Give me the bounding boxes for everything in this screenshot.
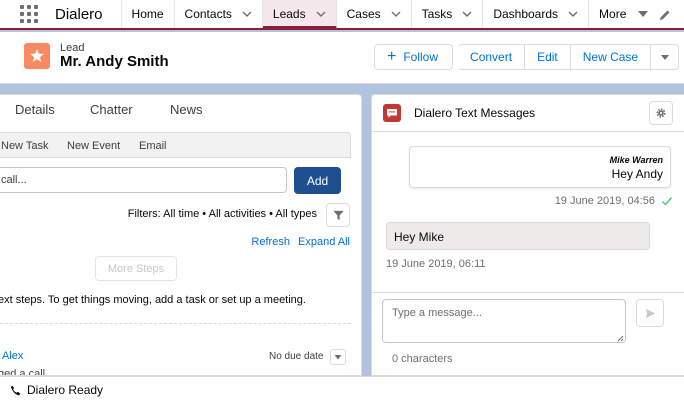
- convert-button[interactable]: Convert: [458, 44, 526, 70]
- chevron-down-icon[interactable]: [568, 9, 578, 19]
- global-nav-bar: Dialero Home Contacts Leads Cases Tasks …: [0, 0, 684, 30]
- expand-all-link[interactable]: Expand All: [298, 236, 350, 248]
- dialer-status[interactable]: Dialero Ready: [27, 383, 103, 397]
- nav-item-cases[interactable]: Cases: [337, 0, 412, 28]
- follow-label: Follow: [403, 50, 439, 64]
- refresh-link[interactable]: Refresh: [251, 236, 290, 248]
- chevron-down-icon[interactable]: [316, 9, 326, 19]
- utility-bar: Dialero Ready: [0, 376, 684, 404]
- email-tab[interactable]: Email: [139, 140, 167, 152]
- record-tabs: Details Chatter News: [0, 95, 361, 127]
- nav-item-label: Leads: [272, 6, 306, 21]
- filter-button[interactable]: [326, 203, 350, 227]
- caret-down-icon: [660, 55, 669, 60]
- filter-icon: [332, 210, 344, 220]
- nav-item-more[interactable]: More: [589, 0, 658, 28]
- incoming-message-bubble: Hey Mike: [386, 222, 650, 250]
- more-actions-button[interactable]: [651, 44, 680, 70]
- nav-item-dashboards[interactable]: Dashboards: [483, 0, 590, 28]
- message-input[interactable]: Type a message...: [382, 299, 626, 343]
- nav-item-home[interactable]: Home: [120, 0, 175, 28]
- outgoing-message-bubble: Mike Warren Hey Andy: [409, 146, 671, 188]
- add-button[interactable]: Add: [294, 167, 341, 194]
- record-actions: + Follow Convert Edit New Case: [374, 44, 680, 72]
- chevron-down-icon[interactable]: [391, 9, 401, 19]
- new-case-button[interactable]: New Case: [570, 44, 652, 70]
- message-composer: Type a message... 0 characters: [372, 292, 684, 375]
- app-launcher-icon[interactable]: [20, 5, 38, 23]
- chat-icon: [383, 104, 401, 122]
- due-date-text: No due date: [269, 351, 324, 362]
- send-button[interactable]: [636, 299, 664, 327]
- send-icon: [645, 308, 655, 318]
- nav-item-label: Dashboards: [493, 7, 559, 21]
- more-steps-button[interactable]: More Steps: [95, 256, 177, 281]
- nav-item-tasks[interactable]: Tasks: [412, 0, 484, 28]
- activity-action-bar: New Task New Event Email: [0, 132, 351, 158]
- tab-chatter[interactable]: Chatter: [90, 95, 133, 125]
- edit-nav-pencil-icon[interactable]: [658, 8, 672, 22]
- character-count: 0 characters: [392, 353, 453, 365]
- follow-button[interactable]: + Follow: [374, 44, 454, 70]
- record-name: Mr. Andy Smith: [60, 53, 169, 70]
- activity-summary: ged a call: [0, 368, 46, 376]
- nav-item-label: Contacts: [184, 7, 232, 21]
- gear-icon: [656, 108, 666, 118]
- message-sender: Mike Warren: [609, 155, 663, 165]
- plus-icon: +: [387, 48, 397, 65]
- sms-card-title: Dialero Text Messages: [414, 106, 536, 120]
- nav-item-label: More: [599, 7, 627, 21]
- no-next-steps-text: ext steps. To get things moving, add a t…: [0, 294, 306, 306]
- nav-item-label: Cases: [346, 7, 381, 21]
- chevron-down-icon[interactable]: [242, 9, 252, 19]
- chevron-down-icon[interactable]: [462, 9, 472, 19]
- new-task-tab[interactable]: New Task: [1, 140, 48, 152]
- activity-owner-link[interactable]: Alex: [2, 350, 23, 362]
- settings-button[interactable]: [649, 101, 673, 125]
- outgoing-message-time: 19 June 2019, 04:56: [554, 195, 655, 207]
- app-name: Dialero: [55, 5, 103, 23]
- caret-down-icon: [334, 355, 342, 360]
- sms-card-header: Dialero Text Messages: [372, 95, 684, 132]
- tab-details[interactable]: Details: [15, 95, 55, 125]
- new-event-tab[interactable]: New Event: [67, 140, 120, 152]
- check-icon: [661, 197, 673, 206]
- log-call-input[interactable]: call...: [0, 167, 287, 193]
- sms-card: Dialero Text Messages Mike Warren Hey An…: [371, 94, 684, 376]
- activity-links: Refresh Expand All: [251, 236, 350, 248]
- edit-button[interactable]: Edit: [525, 44, 571, 70]
- lead-icon: [24, 43, 50, 69]
- nav-item-contacts[interactable]: Contacts: [175, 0, 263, 28]
- message-text: Hey Andy: [611, 167, 663, 181]
- nav-item-label: Tasks: [421, 7, 453, 21]
- divider: [0, 323, 351, 324]
- activity-filters-text: Filters: All time • All activities • All…: [127, 208, 317, 220]
- activity-card: Details Chatter News New Task New Event …: [0, 94, 362, 376]
- nav-item-label: Home: [131, 7, 164, 21]
- resize-handle-icon[interactable]: [617, 335, 624, 342]
- caret-down-icon[interactable]: [638, 11, 649, 17]
- tab-news[interactable]: News: [170, 95, 203, 125]
- incoming-message-time: 19 June 2019, 06:11: [386, 258, 486, 270]
- phone-icon[interactable]: [10, 385, 21, 396]
- record-header: Lead Mr. Andy Smith + Follow Convert Edi…: [0, 32, 684, 84]
- activity-item-menu-button[interactable]: [330, 349, 346, 365]
- nav-item-leads[interactable]: Leads: [262, 0, 337, 29]
